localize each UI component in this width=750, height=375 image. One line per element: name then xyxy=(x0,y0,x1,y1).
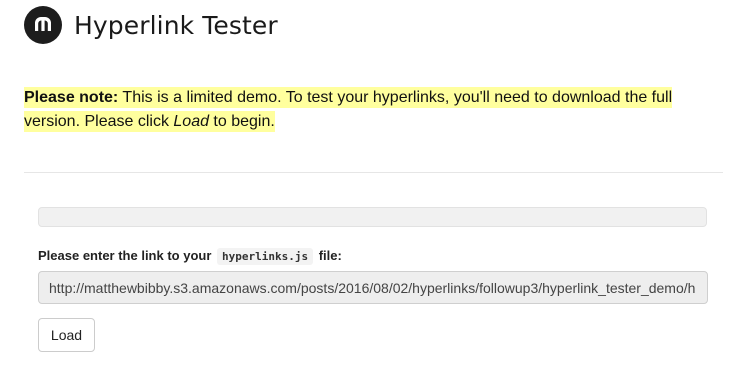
m-logo-icon xyxy=(24,6,62,44)
link-field-label: Please enter the link to your hyperlinks… xyxy=(38,248,342,265)
demo-notice: Please note: This is a limited demo. To … xyxy=(24,86,724,134)
header: Hyperlink Tester xyxy=(24,5,278,45)
notice-text-part2: to begin. xyxy=(208,113,275,130)
label-code-filename: hyperlinks.js xyxy=(217,248,314,265)
divider xyxy=(24,172,723,173)
progress-bar xyxy=(38,207,707,227)
page: Hyperlink Tester Please note: This is a … xyxy=(0,0,750,375)
label-suffix: file: xyxy=(315,248,342,263)
app-title: Hyperlink Tester xyxy=(74,10,278,40)
label-prefix: Please enter the link to your xyxy=(38,248,215,263)
link-url-input[interactable] xyxy=(38,271,708,304)
notice-italic-load: Load xyxy=(173,113,209,130)
notice-bold-label: Please note: xyxy=(24,89,119,106)
notice-highlight: Please note: This is a limited demo. To … xyxy=(24,87,673,132)
load-button[interactable]: Load xyxy=(38,318,95,352)
notice-text-part1: This is a limited demo. To test your hyp… xyxy=(24,89,673,130)
